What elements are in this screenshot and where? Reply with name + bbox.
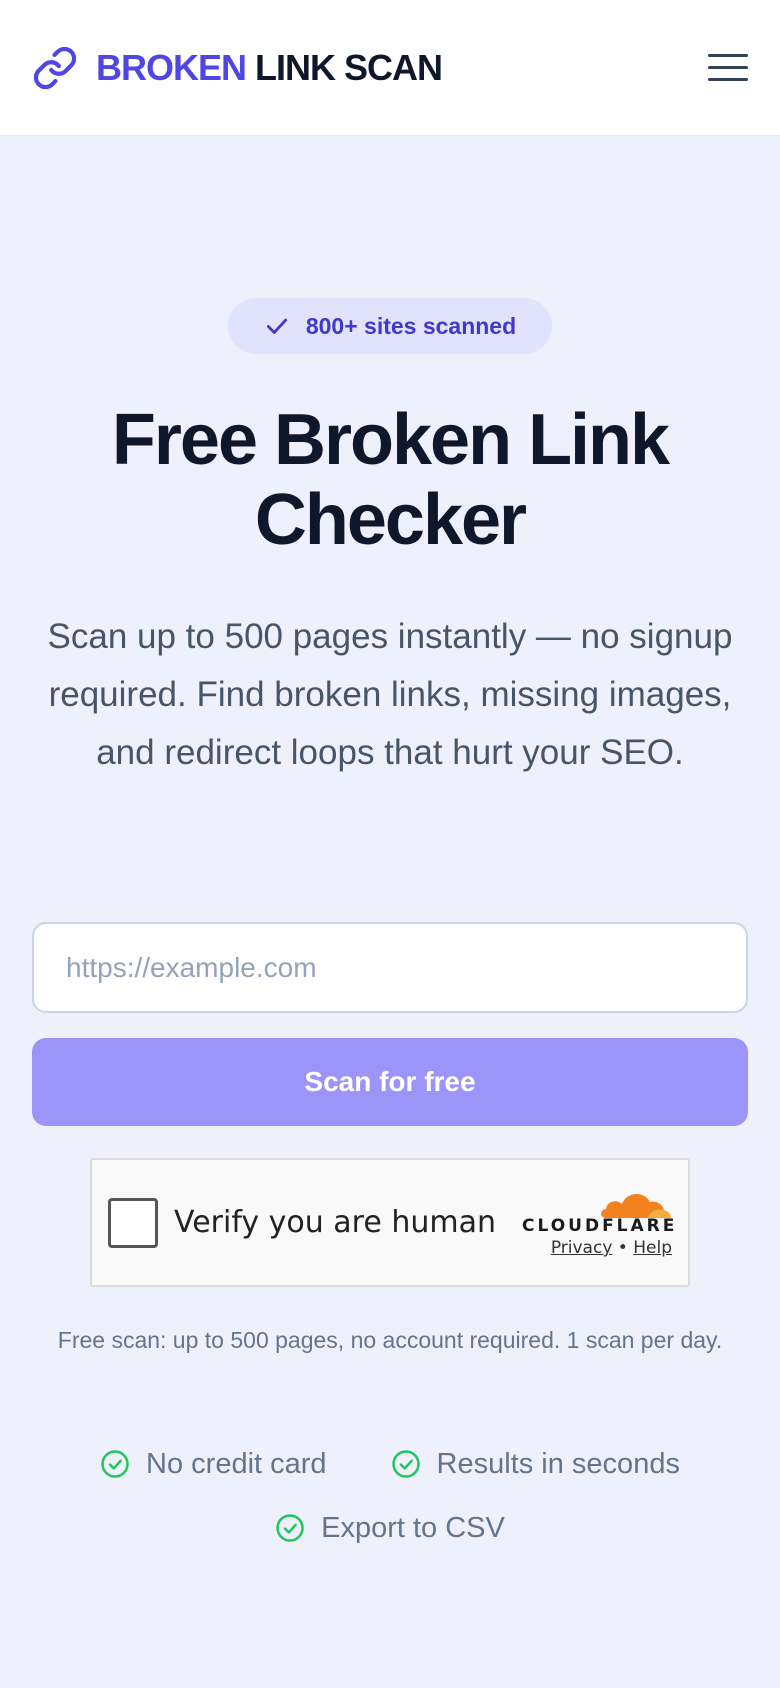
feature-label: Export to CSV <box>321 1512 505 1544</box>
captcha-links: Privacy • Help <box>522 1238 672 1258</box>
feature-label: No credit card <box>146 1448 327 1480</box>
captcha-widget: Verify you are human CLOUDFLARE Privacy … <box>90 1158 690 1287</box>
url-input[interactable] <box>32 922 748 1013</box>
scan-button[interactable]: Scan for free <box>32 1038 748 1126</box>
brand-name: BROKEN LINK SCAN <box>96 46 443 89</box>
page-title: Free Broken Link Checker <box>111 400 670 560</box>
feature-label: Results in seconds <box>436 1448 680 1480</box>
brand-name-part1: BROKEN <box>96 46 247 88</box>
page-subtitle: Scan up to 500 pages instantly — no sign… <box>47 617 733 772</box>
link-icon <box>32 45 78 91</box>
badge-text: 800+ sites scanned <box>305 312 517 339</box>
check-circle-icon <box>276 1514 304 1542</box>
feature-item: Export to CSV <box>275 1510 505 1546</box>
cloudflare-branding: CLOUDFLARE Privacy • Help <box>522 1184 678 1258</box>
check-circle-icon <box>391 1450 420 1478</box>
feature-item: No credit card <box>100 1446 327 1482</box>
cloudflare-cloud-icon <box>601 1193 671 1218</box>
feature-list: No credit card Results in seconds Export… <box>40 1446 740 1546</box>
privacy-link[interactable]: Privacy <box>551 1238 613 1258</box>
captcha-label: Verify you are human <box>174 1205 497 1240</box>
brand-logo[interactable]: BROKEN LINK SCAN <box>32 45 443 91</box>
links-separator: • <box>617 1238 628 1258</box>
free-scan-note: Free scan: up to 500 pages, no account r… <box>57 1327 723 1353</box>
site-header: BROKEN LINK SCAN <box>0 0 780 136</box>
cloudflare-wordmark: CLOUDFLARE <box>522 1216 678 1236</box>
sites-scanned-badge: 800+ sites scanned <box>228 298 552 354</box>
captcha-checkbox[interactable] <box>108 1197 158 1248</box>
hamburger-menu-icon[interactable] <box>708 48 748 88</box>
help-link[interactable]: Help <box>633 1238 672 1258</box>
check-icon <box>266 318 287 334</box>
brand-name-part2: LINK SCAN <box>255 46 443 88</box>
check-circle-icon <box>101 1450 129 1478</box>
feature-item: Results in seconds <box>391 1446 680 1482</box>
